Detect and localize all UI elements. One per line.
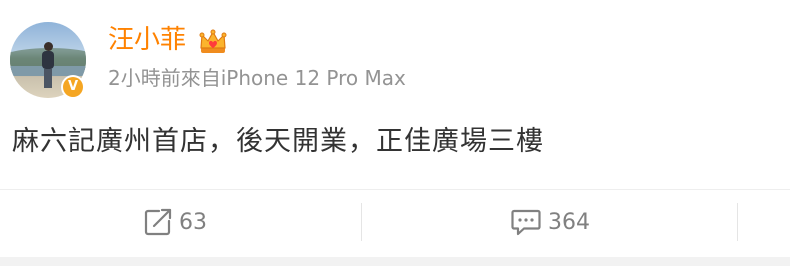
post-text: 麻六記廣州首店，後天開業，正佳廣場三樓 [12, 126, 544, 157]
avatar-person-body [42, 51, 54, 69]
avatar-person-legs [44, 69, 52, 88]
verified-icon: V [61, 75, 85, 99]
username[interactable]: 汪小菲 [108, 24, 186, 56]
comment-button[interactable]: 364 [510, 205, 590, 239]
repost-icon [144, 208, 172, 236]
repost-count: 63 [179, 209, 207, 235]
post-meta: 2小時前來自iPhone 12 Pro Max [108, 66, 406, 90]
comment-count: 364 [548, 209, 590, 235]
action-divider [737, 203, 738, 241]
crown-icon [199, 29, 227, 53]
action-divider [361, 203, 362, 241]
avatar-person-head [44, 42, 53, 51]
verified-badge-label: V [63, 77, 83, 97]
footer-bar [0, 257, 790, 266]
repost-button[interactable]: 63 [143, 205, 207, 239]
divider [0, 189, 790, 190]
comment-icon [511, 209, 541, 236]
avatar-person [42, 42, 54, 88]
